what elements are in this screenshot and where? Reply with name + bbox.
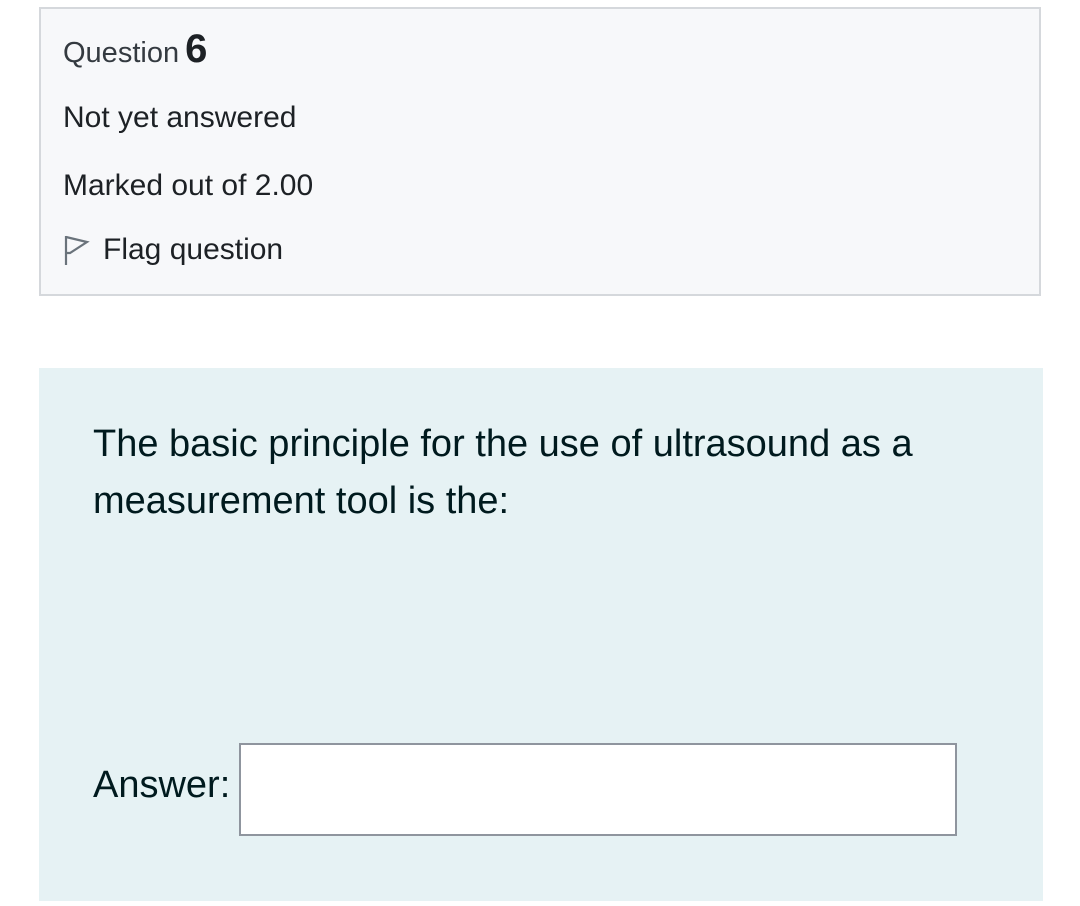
flag-outline-icon [61, 233, 91, 267]
answer-label: Answer: [93, 764, 231, 806]
question-word: Question [63, 37, 180, 69]
flag-question-button[interactable]: Flag question [61, 233, 283, 267]
question-content-panel: The basic principle for the use of ultra… [39, 368, 1043, 901]
question-info-panel: Question 6 Not yet answered Marked out of… [39, 7, 1041, 296]
marks-info: Marked out of 2.00 [63, 169, 314, 202]
answer-input[interactable] [239, 743, 957, 836]
flag-question-label: Flag question [103, 233, 284, 266]
question-number: 6 [185, 27, 208, 71]
question-text: The basic principle for the use of ultra… [93, 423, 913, 522]
answer-status: Not yet answered [63, 101, 297, 134]
question-heading: Question 6 [63, 27, 207, 72]
